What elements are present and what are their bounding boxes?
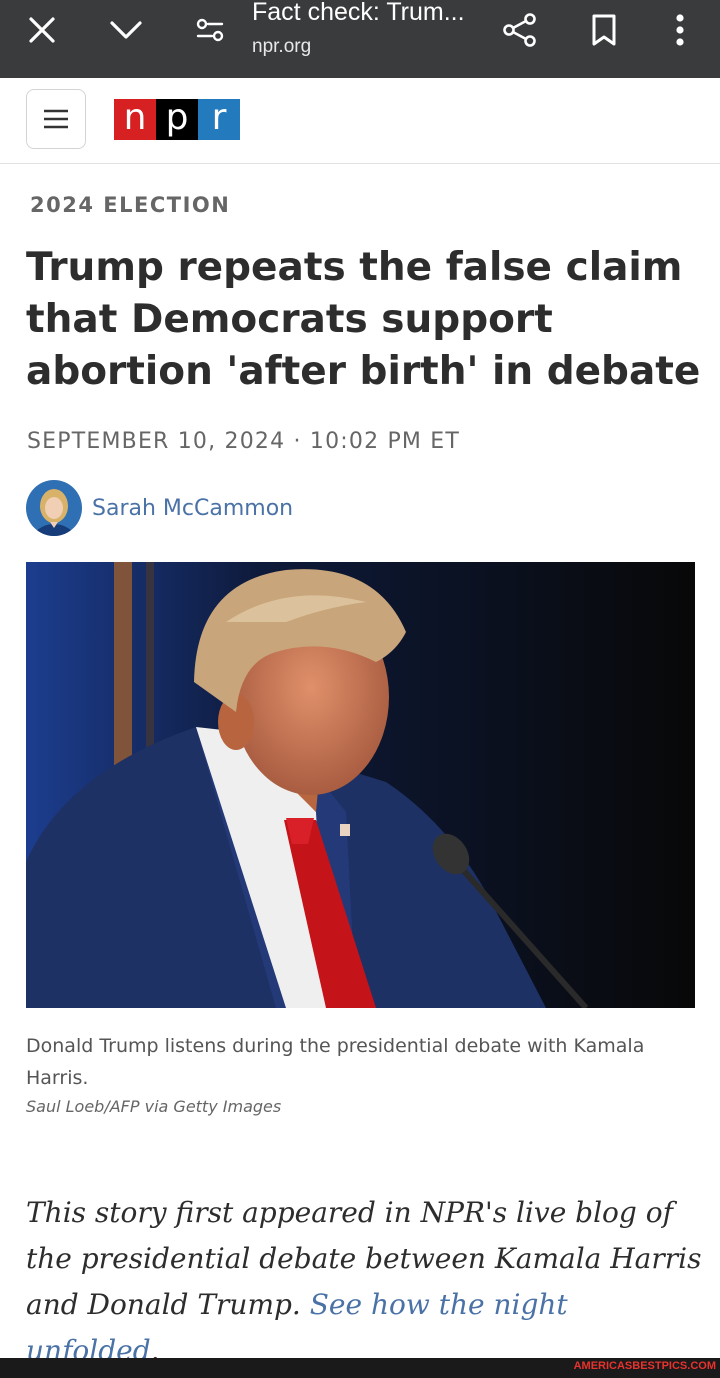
article-dateline: SEPTEMBER 10, 2024 · 10:02 PM ET bbox=[27, 429, 461, 454]
logo-letter-r: r bbox=[198, 99, 240, 140]
browser-toolbar: Fact check: Trum... npr.org bbox=[0, 0, 720, 78]
browser-page-title: Fact check: Trum... bbox=[252, 0, 465, 26]
author-avatar[interactable] bbox=[26, 480, 82, 536]
bottom-bar: AMERICASBESTPICS.COM bbox=[0, 1358, 720, 1378]
npr-logo[interactable]: n p r bbox=[114, 99, 240, 140]
photo-caption: Donald Trump listens during the presiden… bbox=[26, 1035, 645, 1089]
story-note: This story first appeared in NPR's live … bbox=[26, 1190, 706, 1374]
hamburger-icon bbox=[44, 109, 68, 129]
menu-button[interactable] bbox=[26, 89, 86, 149]
page-settings-icon[interactable] bbox=[188, 8, 232, 52]
photo-credit: Saul Loeb/AFP via Getty Images bbox=[26, 1097, 282, 1116]
chevron-down-icon[interactable] bbox=[104, 8, 148, 52]
share-icon[interactable] bbox=[498, 8, 542, 52]
bookmark-icon[interactable] bbox=[582, 8, 626, 52]
article-headline: Trump repeats the false claim that Democ… bbox=[26, 245, 701, 394]
site-header: n p r bbox=[0, 78, 720, 164]
article-photo[interactable] bbox=[26, 562, 695, 1008]
logo-letter-p: p bbox=[156, 99, 198, 140]
logo-letter-n: n bbox=[114, 99, 156, 140]
more-vert-icon[interactable] bbox=[658, 8, 702, 52]
watermark: AMERICASBESTPICS.COM bbox=[573, 1360, 716, 1372]
author-link[interactable]: Sarah McCammon bbox=[92, 496, 293, 521]
browser-domain: npr.org bbox=[252, 36, 312, 57]
byline: Sarah McCammon bbox=[26, 480, 293, 536]
section-kicker[interactable]: 2024 ELECTION bbox=[30, 193, 230, 217]
close-icon[interactable] bbox=[20, 8, 64, 52]
